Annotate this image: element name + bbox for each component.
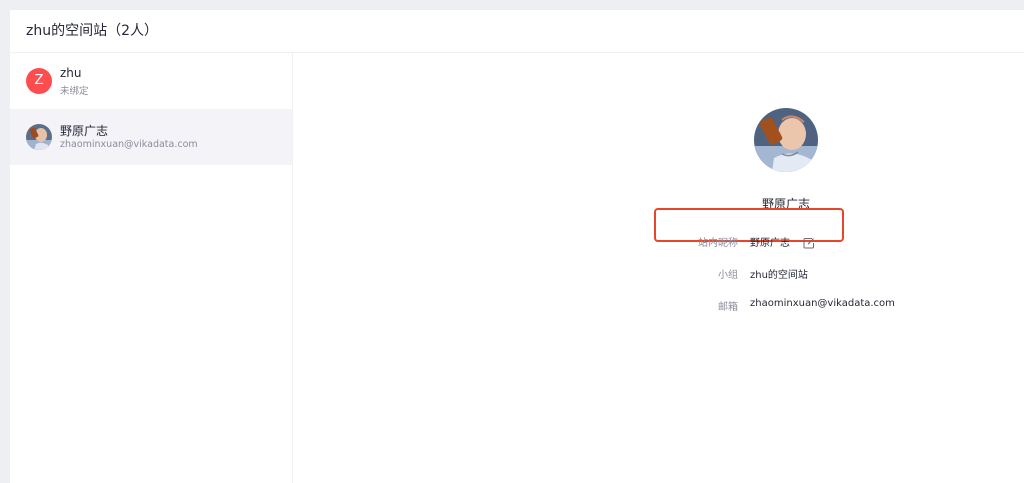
member-name: 野原广志 [60,124,109,138]
member-list: Z zhu 未绑定 野原广志 zhaominxuan@vikadata.com [10,53,293,483]
user-photo-icon [754,108,818,172]
member-detail: 野原广志 站内昵称 野原广志 小组 zhu的空间站 邮箱 zhaominxuan… [293,53,1024,483]
panel-header: zhu的空间站（2人） [10,10,1024,53]
edit-icon[interactable] [803,234,815,249]
nickname-value: 野原广志 [750,238,790,249]
email-label: 邮箱 [718,302,738,313]
space-title: zhu的空间站（2人） [26,23,159,39]
member-status: 未绑定 [60,86,89,97]
member-panel: zhu的空间站（2人） Z zhu 未绑定 野原广志 zhaominxuan@v… [10,10,1024,483]
top-strip [0,0,1024,10]
member-item-selected[interactable]: 野原广志 zhaominxuan@vikadata.com [10,109,292,165]
avatar: Z [26,68,52,94]
user-photo-icon [26,124,52,150]
team-value: zhu的空间站 [750,270,808,281]
member-email: zhaominxuan@vikadata.com [60,139,198,150]
member-name: zhu [60,66,82,80]
team-label: 小组 [718,270,738,281]
nickname-label: 站内昵称 [698,238,738,249]
email-value: zhaominxuan@vikadata.com [750,298,895,309]
member-item-zhu[interactable]: Z zhu 未绑定 [10,53,292,109]
